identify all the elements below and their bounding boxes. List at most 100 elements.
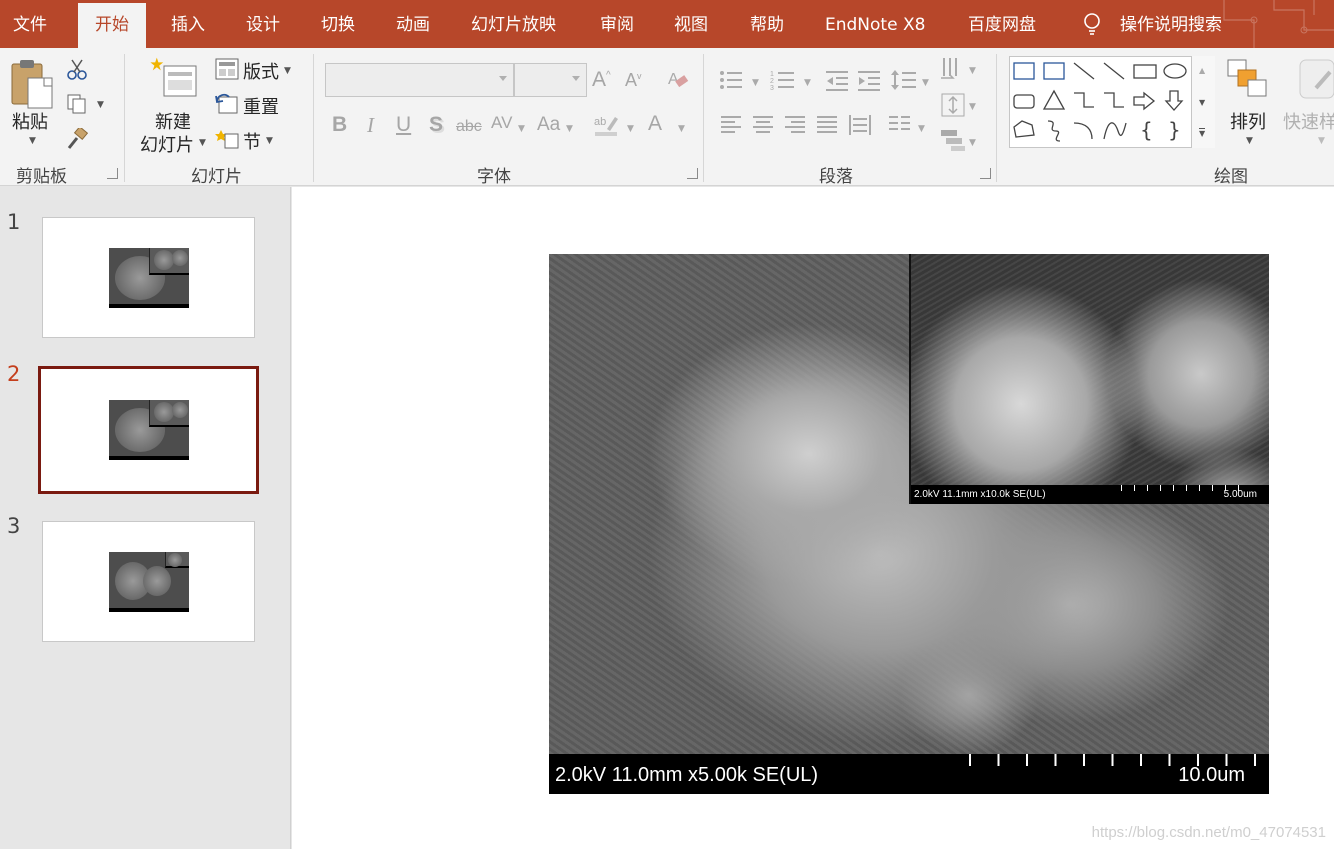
- tell-me-search[interactable]: 操作说明搜索: [1120, 0, 1222, 48]
- align-left-icon[interactable]: [720, 114, 742, 136]
- tab-endnote[interactable]: EndNote X8: [825, 0, 925, 48]
- chevron-down-icon[interactable]: ▼: [804, 78, 811, 88]
- chevron-down-icon[interactable]: ▼: [199, 138, 206, 148]
- align-text-icon[interactable]: [940, 92, 966, 118]
- gallery-up-icon[interactable]: ▲: [1199, 66, 1205, 75]
- inset-scale-label: 5.00um: [1223, 489, 1257, 500]
- increase-indent-icon[interactable]: [856, 68, 882, 92]
- oval-shape-icon: [1163, 63, 1187, 79]
- chevron-down-icon[interactable]: ▼: [284, 66, 291, 76]
- chevron-down-icon[interactable]: ▼: [29, 136, 36, 146]
- underline-button[interactable]: U: [396, 113, 411, 137]
- shapes-gallery: { }: [1009, 56, 1215, 148]
- tab-insert[interactable]: 插入: [171, 0, 205, 48]
- tab-slideshow[interactable]: 幻灯片放映: [471, 0, 556, 48]
- current-slide[interactable]: 2.0kV 11.1mm x10.0k SE(UL) 5.00um 2.0kV …: [292, 187, 1334, 849]
- slide-thumbnail-3[interactable]: [42, 521, 255, 642]
- align-center-icon[interactable]: [752, 114, 774, 136]
- columns-icon[interactable]: [888, 114, 912, 136]
- tab-review[interactable]: 审阅: [600, 0, 634, 48]
- decrease-font-icon[interactable]: Av: [625, 70, 642, 91]
- gallery-down-icon[interactable]: ▼: [1199, 98, 1205, 107]
- layout-button[interactable]: 版式: [243, 58, 279, 84]
- bold-button[interactable]: B: [332, 113, 347, 137]
- gallery-more-icon[interactable]: ▼: [1199, 128, 1206, 138]
- new-slide-icon[interactable]: [150, 56, 198, 100]
- tab-view[interactable]: 视图: [674, 0, 708, 48]
- slide-number: 1: [7, 210, 21, 234]
- smartart-icon[interactable]: [940, 128, 966, 152]
- quick-styles-icon[interactable]: [1296, 58, 1334, 102]
- main-scale-label: 10.0um: [1178, 764, 1245, 786]
- align-right-icon[interactable]: [784, 114, 806, 136]
- sem-image[interactable]: 2.0kV 11.1mm x10.0k SE(UL) 5.00um 2.0kV …: [549, 254, 1269, 794]
- chevron-down-icon[interactable]: ▼: [566, 124, 573, 134]
- italic-button[interactable]: I: [367, 113, 374, 138]
- gallery-scroll[interactable]: ▲ ▼ ▼: [1191, 56, 1215, 148]
- elbow-connector-shape-icon: [1074, 92, 1094, 108]
- text-direction-icon[interactable]: [940, 56, 966, 82]
- decrease-indent-icon[interactable]: [824, 68, 850, 92]
- bullets-icon[interactable]: [718, 68, 744, 92]
- vertical-textbox-shape-icon: [1043, 62, 1065, 80]
- chevron-down-icon[interactable]: ▼: [1318, 136, 1325, 146]
- paste-icon[interactable]: [10, 58, 56, 110]
- increase-font-icon[interactable]: A^: [592, 68, 611, 92]
- strikethrough-button[interactable]: abc: [456, 118, 482, 136]
- chevron-down-icon[interactable]: ▼: [969, 66, 976, 76]
- tab-design[interactable]: 设计: [246, 0, 280, 48]
- chevron-down-icon[interactable]: ▼: [969, 102, 976, 112]
- character-spacing-button[interactable]: AV: [491, 113, 512, 133]
- lightbulb-icon: [1084, 13, 1100, 35]
- tab-baidu-netdisk[interactable]: 百度网盘: [968, 0, 1036, 48]
- arrange-icon[interactable]: [1226, 58, 1270, 100]
- font-color-button[interactable]: A: [648, 112, 662, 136]
- group-divider: [703, 54, 704, 182]
- layout-icon[interactable]: [215, 58, 239, 80]
- chevron-down-icon[interactable]: ▼: [518, 124, 525, 134]
- arrange-button[interactable]: 排列: [1230, 108, 1266, 134]
- tab-file[interactable]: 文件: [13, 0, 47, 48]
- tab-transitions[interactable]: 切换: [321, 0, 355, 48]
- section-icon[interactable]: [215, 128, 239, 150]
- distributed-icon[interactable]: [848, 114, 872, 136]
- justify-icon[interactable]: [816, 114, 838, 136]
- new-slide-label-2[interactable]: 幻灯片: [140, 131, 194, 157]
- tab-home[interactable]: 开始: [78, 3, 146, 48]
- chevron-down-icon[interactable]: ▼: [627, 124, 634, 134]
- clear-formatting-icon[interactable]: A: [667, 68, 689, 90]
- paste-button[interactable]: 粘贴: [12, 108, 48, 134]
- numbering-icon[interactable]: 1 2 3: [770, 68, 796, 92]
- line-shape-icon: [1073, 62, 1095, 80]
- tab-animations[interactable]: 动画: [396, 0, 430, 48]
- reset-button[interactable]: 重置: [243, 93, 279, 119]
- slide-thumbnail-1[interactable]: [42, 217, 255, 338]
- shadow-button[interactable]: S: [429, 113, 443, 137]
- chevron-down-icon[interactable]: ▼: [752, 78, 759, 88]
- line-spacing-icon[interactable]: [890, 68, 918, 92]
- chevron-down-icon[interactable]: ▼: [97, 100, 104, 110]
- format-painter-icon[interactable]: [66, 128, 88, 150]
- slide-thumbnail-2[interactable]: [38, 366, 259, 494]
- change-case-button[interactable]: Aa: [537, 114, 560, 136]
- chevron-down-icon[interactable]: ▼: [266, 136, 273, 146]
- chevron-down-icon[interactable]: ▼: [918, 124, 925, 134]
- reset-icon[interactable]: [215, 93, 239, 115]
- paragraph-launcher-icon[interactable]: [980, 168, 991, 179]
- arrow-line-shape-icon: [1103, 62, 1125, 80]
- cut-icon[interactable]: [66, 58, 88, 80]
- section-button[interactable]: 节: [243, 128, 261, 154]
- copy-icon[interactable]: [66, 93, 88, 115]
- font-name-combo[interactable]: [325, 63, 514, 97]
- chevron-down-icon[interactable]: ▼: [969, 138, 976, 148]
- right-arrow-shape-icon: [1133, 91, 1156, 111]
- tab-help[interactable]: 帮助: [750, 0, 784, 48]
- highlight-icon[interactable]: ab: [593, 111, 621, 137]
- font-size-combo[interactable]: [514, 63, 587, 97]
- chevron-down-icon[interactable]: ▼: [1246, 136, 1253, 146]
- quick-styles-button[interactable]: 快速样: [1283, 108, 1334, 134]
- chevron-down-icon[interactable]: ▼: [678, 124, 685, 134]
- chevron-down-icon[interactable]: ▼: [922, 78, 929, 88]
- clipboard-launcher-icon[interactable]: [107, 168, 118, 179]
- font-launcher-icon[interactable]: [687, 168, 698, 179]
